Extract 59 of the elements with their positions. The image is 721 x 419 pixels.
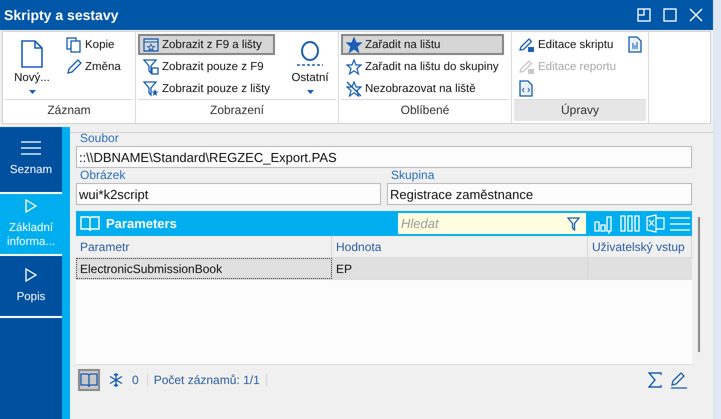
caret-icon xyxy=(306,90,314,94)
group-label: Zobrazení xyxy=(138,99,336,121)
snowflake-icon[interactable] xyxy=(108,372,124,388)
document-icon xyxy=(628,36,642,53)
play-icon xyxy=(25,268,37,282)
star-icon xyxy=(346,36,362,52)
table-row[interactable]: ElectronicSubmissionBook EP xyxy=(76,258,692,280)
field-label: Soubor xyxy=(79,131,120,146)
table-cell: ElectronicSubmissionBook xyxy=(76,258,332,279)
restore-icon[interactable] xyxy=(637,8,651,22)
group-label: Oblíbené xyxy=(341,99,509,121)
record-count: Počet záznamů: 1/1 xyxy=(146,373,267,387)
grid-title: Parameters xyxy=(106,216,178,231)
window-title: Skripty a sestavy xyxy=(4,7,118,23)
scrollbar[interactable] xyxy=(698,217,700,352)
sum-icon[interactable] xyxy=(648,372,662,388)
circle-icon xyxy=(295,40,326,68)
maximize-icon[interactable] xyxy=(663,8,677,22)
group-label: Záznam xyxy=(5,99,133,121)
copy-icon xyxy=(66,36,82,52)
search-input[interactable]: Hledat xyxy=(398,215,567,232)
star-crossed-icon xyxy=(346,80,362,96)
column-header[interactable]: Parametr xyxy=(76,236,332,257)
group-label: Úpravy xyxy=(514,99,646,121)
frozen-count: 0 xyxy=(132,373,139,387)
column-header[interactable]: Hodnota xyxy=(332,236,588,257)
filter-icon xyxy=(143,58,159,74)
caret-icon xyxy=(28,90,36,94)
star-outline-icon xyxy=(346,58,362,74)
ribbon-button[interactable]: Zařadit na lištu do skupiny xyxy=(341,56,504,77)
filter-icon xyxy=(143,80,159,96)
ribbon-button[interactable]: Ostatní xyxy=(283,34,338,98)
input-field[interactable]: ::\\DBNAME\Standard\REGZEC_Export.PAS xyxy=(76,146,692,168)
menu-icon xyxy=(21,141,41,156)
pencil-icon xyxy=(66,58,82,74)
code-file-icon xyxy=(519,80,533,97)
close-icon[interactable] xyxy=(689,8,703,22)
ribbon-button[interactable]: Nový... xyxy=(5,34,59,98)
input-field[interactable]: wui*k2script xyxy=(76,183,381,205)
search-field[interactable]: Hledat xyxy=(398,213,586,234)
ribbon-button[interactable]: Změna xyxy=(61,56,126,77)
ribbon-button[interactable]: Nezobrazovat na liště xyxy=(341,78,504,99)
ribbon-button[interactable]: Zobrazit z F9 a lišty xyxy=(138,34,276,55)
filter-icon xyxy=(567,216,580,230)
field-label: Obrázek xyxy=(79,168,126,183)
input-field[interactable]: Registrace zaměstnance xyxy=(387,183,692,205)
table-cell: EP xyxy=(332,258,588,279)
ribbon-button[interactable]: Zobrazit pouze z lišty xyxy=(138,78,276,99)
book-button[interactable] xyxy=(78,369,100,391)
ribbon-button[interactable]: Editace skriptu xyxy=(514,34,621,55)
ribbon-button[interactable]: Zařadit na lištu xyxy=(341,34,504,55)
column-header[interactable]: Uživatelský vstup xyxy=(588,236,692,257)
ribbon-button[interactable]: Zobrazit pouze z F9 xyxy=(138,56,276,77)
ribbon-button[interactable]: Kopie xyxy=(61,34,126,55)
book-icon xyxy=(80,214,100,232)
play-icon xyxy=(25,198,37,213)
document-icon xyxy=(21,40,43,68)
pencil-icon[interactable] xyxy=(670,371,688,389)
field-label: Skupina xyxy=(390,168,436,183)
